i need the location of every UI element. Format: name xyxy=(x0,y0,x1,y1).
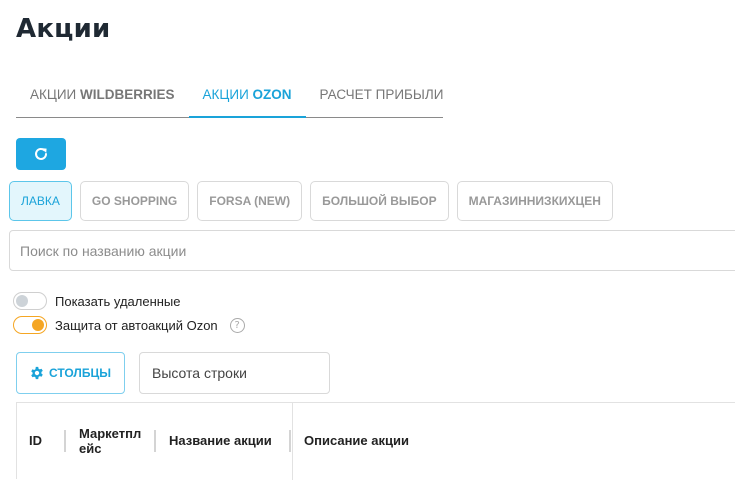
tab-wildberries[interactable]: АКЦИИ WILDBERRIES xyxy=(16,74,189,116)
tab-ozon-bold: OZON xyxy=(252,87,292,102)
show-deleted-label: Показать удаленные xyxy=(55,293,181,309)
tab-profit-label: РАСЧЕТ ПРИБЫЛИ xyxy=(319,87,444,102)
refresh-icon xyxy=(35,147,47,160)
auto-protect-toggle[interactable] xyxy=(13,316,47,334)
store-chips: ЛАВКА GO SHOPPING FORSA (NEW) БОЛЬШОЙ ВЫ… xyxy=(9,181,613,221)
header-separator[interactable] xyxy=(64,430,66,452)
header-marketplace[interactable]: Маркетпл ейс xyxy=(79,426,141,456)
row-height-select[interactable]: Высота строки xyxy=(139,352,330,394)
store-chip-forsa[interactable]: FORSA (NEW) xyxy=(197,181,303,221)
header-id[interactable]: ID xyxy=(29,433,42,448)
refresh-button[interactable] xyxy=(16,138,66,170)
store-chip-go-shopping[interactable]: GO SHOPPING xyxy=(79,181,190,221)
auto-protect-row: Защита от автоакций Ozon ? xyxy=(13,316,245,334)
tab-profit[interactable]: РАСЧЕТ ПРИБЫЛИ xyxy=(306,74,458,116)
tab-wildberries-prefix: АКЦИИ xyxy=(30,87,81,102)
question-circle-icon[interactable]: ? xyxy=(229,317,245,333)
tab-ozon[interactable]: АКЦИИ OZON xyxy=(188,74,306,118)
tabs-bar: АКЦИИ WILDBERRIES АКЦИИ OZON РАСЧЕТ ПРИБ… xyxy=(16,74,443,118)
store-chip-magazin-nizkih-cen[interactable]: МАГАЗИННИЗКИХЦЕН xyxy=(456,181,613,221)
table-header: ID Маркетпл ейс Название акции Описание … xyxy=(16,402,735,480)
header-marketplace-line1: Маркетпл xyxy=(79,426,142,441)
show-deleted-row: Показать удаленные xyxy=(13,292,181,310)
auto-protect-label: Защита от автоакций Ozon xyxy=(55,317,218,333)
tab-ozon-prefix: АКЦИИ xyxy=(202,87,253,102)
gear-icon xyxy=(31,366,43,380)
store-chip-bolshoy-vybor[interactable]: БОЛЬШОЙ ВЫБОР xyxy=(310,181,449,221)
header-name[interactable]: Название акции xyxy=(169,433,272,448)
search-input[interactable] xyxy=(9,230,735,271)
column-divider xyxy=(292,403,293,480)
header-separator[interactable] xyxy=(289,430,291,452)
header-description[interactable]: Описание акции xyxy=(304,433,409,448)
columns-button-label: СТОЛБЦЫ xyxy=(49,366,111,380)
tab-wildberries-bold: WILDBERRIES xyxy=(80,87,175,102)
header-marketplace-line2: ейс xyxy=(79,441,102,456)
columns-button[interactable]: СТОЛБЦЫ xyxy=(16,352,125,394)
page-title: Акции xyxy=(16,14,111,44)
header-separator[interactable] xyxy=(154,430,156,452)
store-chip-lavka[interactable]: ЛАВКА xyxy=(9,181,72,221)
show-deleted-toggle[interactable] xyxy=(13,292,47,310)
